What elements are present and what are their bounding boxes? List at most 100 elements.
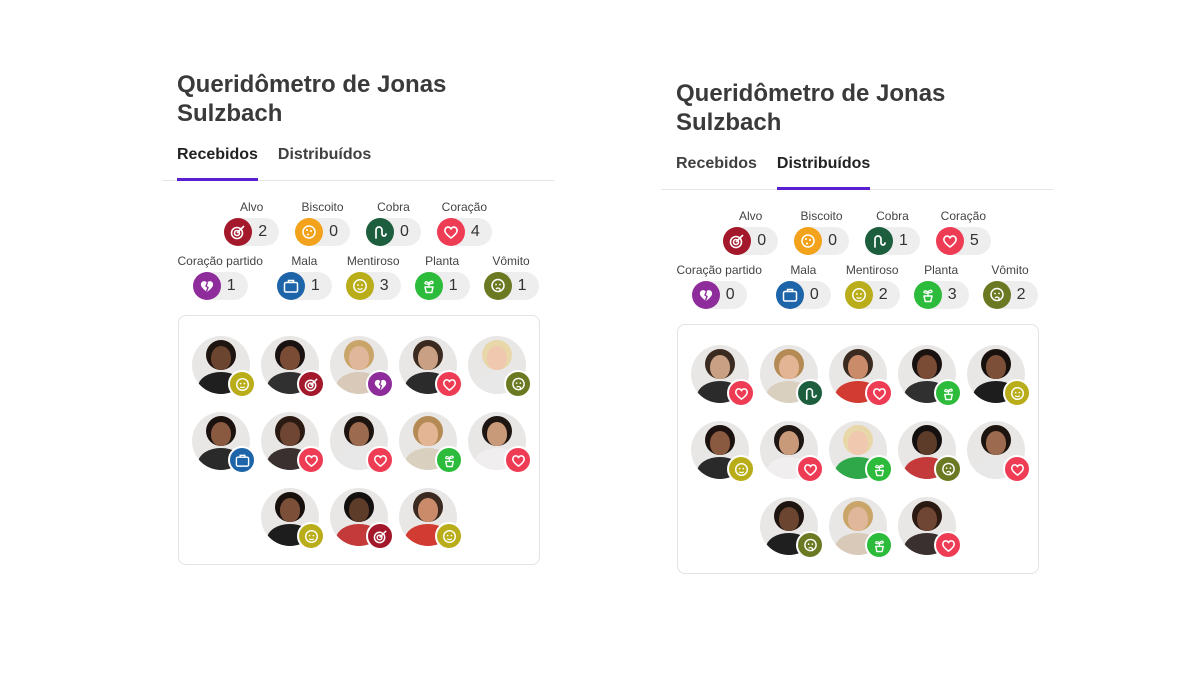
mala-icon: [775, 281, 804, 309]
reaction-count: 4: [470, 223, 480, 240]
participants-row: [189, 336, 532, 398]
coracao-icon: [934, 531, 962, 559]
reaction-count: 0: [400, 223, 409, 240]
avatar-head: [848, 507, 868, 531]
avatar-head: [280, 346, 300, 370]
alvo-icon: [723, 227, 752, 255]
tab-distribuidos[interactable]: Distribuídos: [776, 153, 871, 190]
participant-avatar[interactable]: [330, 488, 394, 550]
tab-distribuidos[interactable]: Distribuídos: [278, 144, 371, 180]
participant-avatar[interactable]: [829, 421, 893, 483]
participant-avatar[interactable]: [192, 412, 256, 474]
mentiroso-icon: [345, 272, 374, 300]
reaction-count-pill: 1: [865, 227, 920, 255]
vomito-icon: [934, 455, 962, 483]
planta-icon: [934, 379, 962, 407]
coracao-icon: [796, 455, 824, 483]
queridometro-panel-recebidos: Queridômetro de Jonas Sulzbach Recebidos…: [162, 70, 554, 565]
reaction-count-pill: 1: [276, 272, 332, 300]
reaction-count-pill: 0: [775, 281, 831, 309]
reaction-count-pill: 1: [414, 272, 470, 300]
reaction-stat-cobra: Cobra 0: [366, 200, 421, 246]
reaction-stat-coracao: Coração 4: [436, 200, 492, 246]
participant-avatar[interactable]: [760, 345, 824, 407]
avatar-head: [779, 431, 799, 455]
participant-avatar[interactable]: [967, 345, 1031, 407]
avatar-head: [349, 346, 369, 370]
reaction-count: 0: [757, 232, 767, 249]
tab-recebidos[interactable]: Recebidos: [177, 144, 258, 181]
participants-row: [189, 488, 529, 550]
reaction-stat-biscoito: Biscoito 0: [295, 200, 350, 246]
participant-avatar[interactable]: [192, 336, 256, 398]
reaction-count-pill: 1: [192, 272, 248, 300]
participant-avatar[interactable]: [898, 421, 962, 483]
avatar-head: [779, 355, 799, 379]
reaction-stat-mentiroso: Mentiroso 2: [844, 263, 900, 309]
participant-avatar[interactable]: [898, 345, 962, 407]
participant-avatar[interactable]: [261, 488, 325, 550]
participant-avatar[interactable]: [468, 412, 532, 474]
participant-avatar[interactable]: [760, 421, 824, 483]
participant-avatar[interactable]: [399, 412, 463, 474]
participant-avatar[interactable]: [330, 336, 394, 398]
avatar-head: [487, 346, 507, 370]
reaction-count: 1: [899, 232, 908, 249]
cobra-icon: [865, 227, 893, 255]
reaction-count: 1: [310, 277, 320, 294]
coracao-icon: [1003, 455, 1031, 483]
participant-avatar[interactable]: [399, 336, 463, 398]
participant-avatar[interactable]: [691, 421, 755, 483]
coracao-icon: [727, 379, 755, 407]
planta-icon: [435, 446, 463, 474]
reaction-count-pill: 0: [794, 227, 849, 255]
avatar-head: [349, 422, 369, 446]
participant-avatar[interactable]: [760, 497, 824, 559]
avatar-head: [349, 498, 369, 522]
reaction-stat-mala: Mala 0: [775, 263, 831, 309]
avatar-head: [917, 355, 937, 379]
reaction-stats-row-2: Coração partido 0 Mala 0 Mentiroso 2 Planta 3 Vô…: [661, 263, 1053, 309]
reaction-label: Planta: [924, 263, 959, 277]
avatar-head: [487, 422, 507, 446]
panel-title: Queridômetro de Jonas Sulzbach: [676, 80, 946, 136]
reaction-label: Cobra: [876, 209, 909, 223]
biscoito-icon: [794, 227, 823, 255]
reaction-count: 1: [448, 277, 458, 294]
cobra-icon: [366, 218, 394, 246]
avatar-head: [710, 431, 730, 455]
participant-avatar[interactable]: [261, 336, 325, 398]
participant-avatar[interactable]: [967, 421, 1031, 483]
reaction-count: 0: [725, 286, 735, 303]
participant-avatar[interactable]: [330, 412, 394, 474]
participant-avatar[interactable]: [829, 345, 893, 407]
alvo-icon: [297, 370, 325, 398]
reaction-stat-planta: Planta 1: [414, 254, 470, 300]
avatar-head: [418, 498, 438, 522]
reaction-stat-coracao: Coração 5: [935, 209, 991, 255]
reaction-stat-biscoito: Biscoito 0: [794, 209, 849, 255]
reaction-stat-mala: Mala 1: [276, 254, 332, 300]
participant-avatar[interactable]: [261, 412, 325, 474]
reaction-stat-coracao-partido: Coração partido 1: [177, 254, 263, 300]
planta-icon: [913, 281, 942, 309]
coracao-partido-icon: [691, 281, 720, 309]
participant-avatar[interactable]: [898, 497, 962, 559]
reaction-count: 2: [878, 286, 888, 303]
tab-recebidos[interactable]: Recebidos: [676, 153, 757, 189]
tab-bar: Recebidos Distribuídos: [661, 153, 1053, 190]
participant-avatar[interactable]: [691, 345, 755, 407]
vomito-icon: [483, 272, 512, 300]
reaction-count-pill: 2: [982, 281, 1038, 309]
vomito-icon: [796, 531, 824, 559]
reaction-label: Biscoito: [301, 200, 344, 214]
reaction-count-pill: 0: [295, 218, 350, 246]
reaction-stat-cobra: Cobra 1: [865, 209, 920, 255]
cobra-icon: [796, 379, 824, 407]
reaction-label: Vômito: [492, 254, 530, 268]
participant-avatar[interactable]: [399, 488, 463, 550]
reaction-count-pill: 0: [366, 218, 421, 246]
reaction-stat-alvo: Alvo 0: [723, 209, 779, 255]
participant-avatar[interactable]: [829, 497, 893, 559]
participant-avatar[interactable]: [468, 336, 532, 398]
